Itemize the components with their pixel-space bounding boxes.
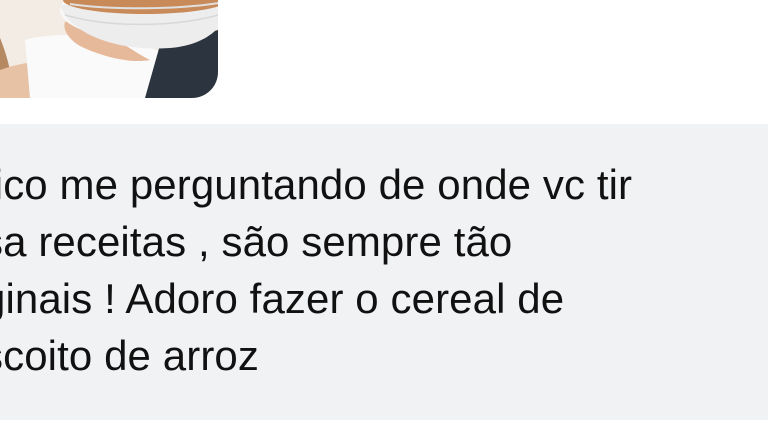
comment-line: fico me perguntando de onde vc tir: [0, 161, 633, 208]
comment-line: scoito de arroz: [0, 332, 259, 379]
comment-screen: fico me perguntando de onde vc tir sa re…: [0, 0, 768, 445]
comment-text: fico me perguntando de onde vc tir sa re…: [0, 156, 768, 384]
comment-line: ginais ! Adoro fazer o cereal de: [0, 275, 565, 322]
photo-image: [0, 0, 218, 98]
comment-line: sa receitas , são sempre tão: [0, 218, 513, 265]
post-photo-thumbnail[interactable]: [0, 0, 218, 98]
